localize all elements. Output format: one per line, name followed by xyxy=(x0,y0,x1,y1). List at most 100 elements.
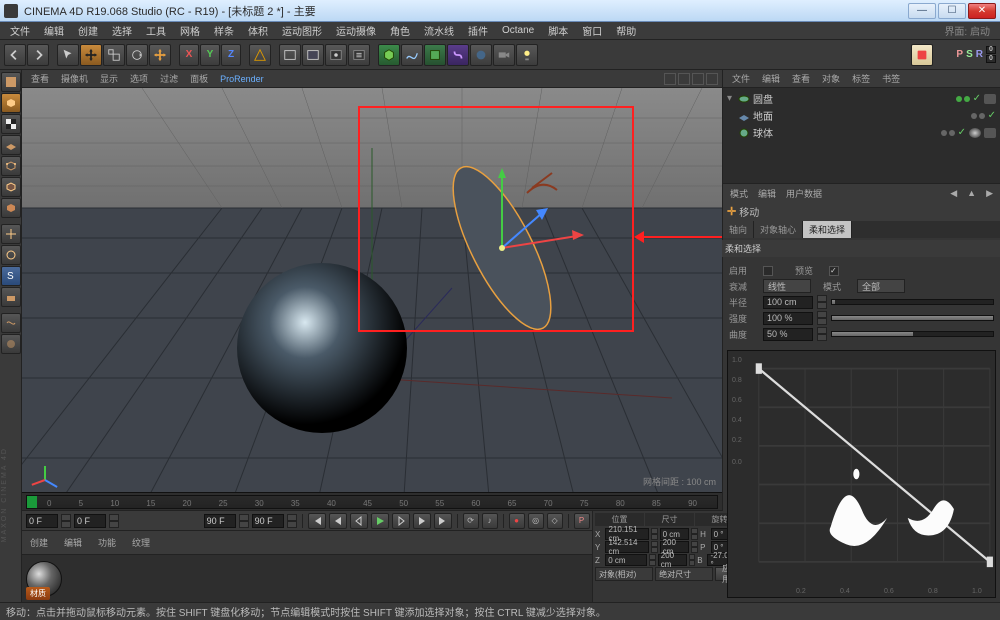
mode-dropdown[interactable]: 全部 xyxy=(857,279,905,293)
goto-end-btn[interactable] xyxy=(434,513,452,529)
sound-btn[interactable]: ♪ xyxy=(482,513,498,529)
render-settings-btn[interactable] xyxy=(348,44,370,66)
curve-slider[interactable] xyxy=(831,331,994,337)
z-axis-lock[interactable]: Z xyxy=(221,44,241,66)
deformer-btn[interactable] xyxy=(447,44,469,66)
viewport-solo-btn[interactable] xyxy=(1,245,21,265)
render-view-btn[interactable] xyxy=(279,44,301,66)
object-manager-menu[interactable]: 文件 编辑 查看 对象 标签 书签 xyxy=(723,70,1000,88)
next-key-btn[interactable] xyxy=(413,513,431,529)
mat-menu-edit[interactable]: 编辑 xyxy=(60,536,86,549)
attr-nav-icon[interactable]: ◀ xyxy=(947,188,960,199)
vp-nav-icon[interactable] xyxy=(678,73,690,85)
x-axis-lock[interactable]: X xyxy=(179,44,199,66)
tweak-btn[interactable] xyxy=(1,313,21,333)
scale-tool[interactable] xyxy=(103,44,125,66)
object-row[interactable]: ▾ 圆盘 ✓ xyxy=(725,90,998,107)
object-manager[interactable]: ▾ 圆盘 ✓ 地面 ✓ 球体 ✓ xyxy=(723,88,1000,183)
menu-pipeline[interactable]: 流水线 xyxy=(418,22,460,39)
vp-tab-display[interactable]: 显示 xyxy=(95,71,123,86)
mat-menu-function[interactable]: 功能 xyxy=(94,536,120,549)
next-frame-btn[interactable] xyxy=(392,513,410,529)
menu-spline[interactable]: 样条 xyxy=(208,22,240,39)
menu-octane[interactable]: Octane xyxy=(496,24,540,37)
menu-motioncam[interactable]: 运动摄像 xyxy=(330,22,382,39)
autokey-btn[interactable]: ◎ xyxy=(528,513,544,529)
menu-mograph[interactable]: 运动图形 xyxy=(276,22,328,39)
menu-plugins[interactable]: 插件 xyxy=(462,22,494,39)
menu-volume[interactable]: 体积 xyxy=(242,22,274,39)
polygon-mode-btn[interactable] xyxy=(1,198,21,218)
material-tag-icon[interactable] xyxy=(969,128,981,138)
minimize-button[interactable]: — xyxy=(908,3,936,19)
preview-checkbox[interactable] xyxy=(829,266,839,276)
enable-checkbox[interactable] xyxy=(763,266,773,276)
prev-key-btn[interactable] xyxy=(329,513,347,529)
falloff-curve-editor[interactable]: 1.0 0.8 0.6 0.4 0.2 0.0 0.2 0.4 0.6 0.8 … xyxy=(727,350,996,598)
workplane-btn[interactable] xyxy=(1,135,21,155)
menu-create[interactable]: 创建 xyxy=(72,22,104,39)
undo-button[interactable] xyxy=(4,44,26,66)
perspective-viewport[interactable]: 透视视图 xyxy=(22,88,722,492)
close-button[interactable]: ✕ xyxy=(968,3,996,19)
strength-slider[interactable] xyxy=(831,315,994,321)
coord-system-btn[interactable] xyxy=(249,44,271,66)
viewport-menu[interactable]: 查看 摄像机 显示 选项 过滤 面板 ProRender xyxy=(22,70,722,88)
vp-nav-icon[interactable] xyxy=(706,73,718,85)
range-end-field[interactable]: 90 F xyxy=(204,514,236,528)
render-pv-btn[interactable] xyxy=(325,44,347,66)
rotate-tool[interactable] xyxy=(126,44,148,66)
material-manager[interactable]: 材质 位置 尺寸 旋转 X210.151 cm 0 cm H0 ° Y142.5… xyxy=(22,554,722,602)
vp-nav-icon[interactable] xyxy=(692,73,704,85)
spinner[interactable] xyxy=(239,514,249,528)
spinner[interactable] xyxy=(287,514,297,528)
prev-frame-btn[interactable] xyxy=(350,513,368,529)
vp-tab-prorender[interactable]: ProRender xyxy=(215,73,269,85)
light-btn[interactable] xyxy=(516,44,538,66)
y-axis-lock[interactable]: Y xyxy=(200,44,220,66)
phong-tag-icon[interactable] xyxy=(984,128,996,138)
attr-tab-objectaxis[interactable]: 对象轴心 xyxy=(754,221,803,238)
timeline[interactable]: 0510 152025 303540 455055 606570 758085 … xyxy=(22,492,722,510)
radius-slider[interactable] xyxy=(831,299,994,305)
redo-button[interactable] xyxy=(27,44,49,66)
spinner[interactable] xyxy=(817,295,827,309)
attr-nav-icon[interactable]: ▲ xyxy=(964,188,979,198)
maximize-button[interactable]: ☐ xyxy=(938,3,966,19)
key-sel-btn[interactable]: ◇ xyxy=(547,513,563,529)
goto-start-btn[interactable] xyxy=(308,513,326,529)
object-row[interactable]: 地面 ✓ xyxy=(725,107,998,124)
mat-menu-create[interactable]: 创建 xyxy=(26,536,52,549)
spinner[interactable] xyxy=(109,514,119,528)
menu-edit[interactable]: 编辑 xyxy=(38,22,70,39)
camera-btn[interactable] xyxy=(493,44,515,66)
vp-tab-options[interactable]: 选项 xyxy=(125,71,153,86)
mat-menu-texture[interactable]: 纹理 xyxy=(128,536,154,549)
attr-tab-softselect[interactable]: 柔和选择 xyxy=(803,221,852,238)
falloff-dropdown[interactable]: 线性 xyxy=(763,279,811,293)
loop-btn[interactable]: ⟳ xyxy=(463,513,479,529)
strength-field[interactable]: 100 % xyxy=(763,312,813,325)
current-frame-field[interactable]: 0 F xyxy=(74,514,106,528)
timeline-ruler[interactable]: 0510 152025 303540 455055 606570 758085 … xyxy=(26,495,718,509)
content-browser-btn[interactable] xyxy=(911,44,933,66)
vp-tab-view[interactable]: 查看 xyxy=(26,71,54,86)
make-editable-btn[interactable] xyxy=(1,72,21,92)
environment-btn[interactable] xyxy=(470,44,492,66)
vp-tab-panel[interactable]: 面板 xyxy=(185,71,213,86)
model-mode-btn[interactable] xyxy=(1,93,21,113)
phong-tag-icon[interactable] xyxy=(984,94,996,104)
size-mode-dropdown[interactable]: 绝对尺寸 xyxy=(655,567,713,581)
axis-mode-btn[interactable] xyxy=(1,224,21,244)
attr-tab-axis[interactable]: 轴向 xyxy=(723,221,754,238)
max-frame-field[interactable]: 90 F xyxy=(252,514,284,528)
play-btn[interactable] xyxy=(371,513,389,529)
pos-y-field[interactable]: 142.514 cm xyxy=(605,541,648,553)
spinner[interactable] xyxy=(61,514,71,528)
select-tool[interactable] xyxy=(57,44,79,66)
key-pos-btn[interactable]: P xyxy=(574,513,590,529)
menu-tools[interactable]: 工具 xyxy=(140,22,172,39)
menu-select[interactable]: 选择 xyxy=(106,22,138,39)
render-region-btn[interactable] xyxy=(302,44,324,66)
workplane-snap-btn[interactable] xyxy=(1,287,21,307)
